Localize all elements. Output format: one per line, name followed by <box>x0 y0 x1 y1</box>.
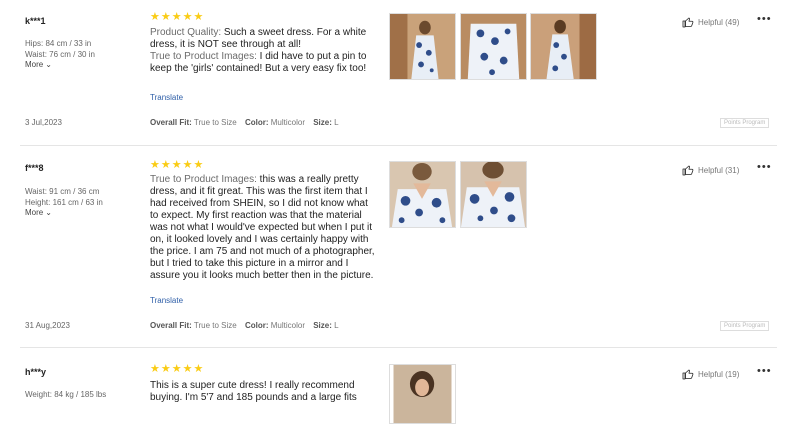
points-badge: Points Program <box>720 321 770 331</box>
more-toggle[interactable]: More ⌄ <box>25 208 52 217</box>
chevron-down-icon: ⌄ <box>45 208 52 217</box>
more-dots-icon[interactable]: ••• <box>757 365 772 377</box>
thumbs-up-icon <box>682 165 694 176</box>
translate-link[interactable]: Translate <box>150 93 183 102</box>
review-text: True to Product Images: this was a reall… <box>150 174 375 282</box>
review-photo[interactable] <box>530 13 597 80</box>
fit-info: Overall Fit: True to Size Color: Multico… <box>150 118 339 127</box>
color-value: Multicolor <box>270 118 305 127</box>
hips-measurement: Hips: 84 cm / 33 in <box>25 39 92 48</box>
helpful-count: Helpful (31) <box>698 165 740 175</box>
more-label: More <box>25 208 44 217</box>
color-value: Multicolor <box>270 321 305 330</box>
review-text: This is a super cute dress! I really rec… <box>150 380 375 404</box>
fit-label: Overall Fit: <box>150 321 192 330</box>
size-value: L <box>334 321 339 330</box>
review-card: k***1 Hips: 84 cm / 33 in Waist: 76 cm /… <box>0 0 800 145</box>
fit-info: Overall Fit: True to Size Color: Multico… <box>150 321 339 330</box>
review-date: 31 Aug,2023 <box>25 321 70 330</box>
review-text: Product Quality: Such a sweet dress. For… <box>150 27 375 75</box>
review-date: 3 Jul,2023 <box>25 118 62 127</box>
review-photo[interactable] <box>460 161 527 228</box>
review-label: Product Quality: <box>150 27 222 38</box>
review-card: h***y Weight: 84 kg / 185 lbs ★★★★★ This… <box>0 348 800 424</box>
waist-measurement: Waist: 76 cm / 30 in <box>25 50 95 59</box>
thumbs-up-icon <box>682 17 694 28</box>
star-rating: ★★★★★ <box>150 11 205 23</box>
more-toggle[interactable]: More ⌄ <box>25 60 52 69</box>
review-body: this was a really pretty dress, and it f… <box>150 174 375 281</box>
fit-value: True to Size <box>193 321 237 330</box>
thumbs-up-icon <box>682 369 694 380</box>
helpful-button[interactable]: Helpful (31) <box>682 164 739 176</box>
points-badge: Points Program <box>720 118 770 128</box>
color-label: Color: <box>244 118 269 127</box>
review-photo[interactable] <box>389 364 456 424</box>
translate-link[interactable]: Translate <box>150 296 183 305</box>
waist-measurement: Waist: 91 cm / 36 cm <box>25 187 100 196</box>
review-label: True to Product Images: <box>150 51 257 62</box>
fit-label: Overall Fit: <box>150 118 192 127</box>
helpful-button[interactable]: Helpful (19) <box>682 368 739 380</box>
more-dots-icon[interactable]: ••• <box>757 161 772 173</box>
helpful-button[interactable]: Helpful (49) <box>682 16 739 28</box>
star-rating: ★★★★★ <box>150 363 205 375</box>
helpful-count: Helpful (19) <box>698 369 740 379</box>
reviewer-name: f***8 <box>25 163 44 173</box>
fit-value: True to Size <box>193 118 237 127</box>
size-label: Size: <box>313 321 332 330</box>
review-card: f***8 Waist: 91 cm / 36 cm Height: 161 c… <box>0 146 800 346</box>
chevron-down-icon: ⌄ <box>45 60 52 69</box>
star-rating: ★★★★★ <box>150 159 205 171</box>
review-photo[interactable] <box>389 161 456 228</box>
size-label: Size: <box>313 118 332 127</box>
review-photo[interactable] <box>389 13 456 80</box>
color-label: Color: <box>244 321 269 330</box>
more-dots-icon[interactable]: ••• <box>757 13 772 25</box>
height-measurement: Height: 161 cm / 63 in <box>25 198 103 207</box>
weight-measurement: Weight: 84 kg / 185 lbs <box>25 390 107 399</box>
size-value: L <box>334 118 339 127</box>
helpful-count: Helpful (49) <box>698 17 740 27</box>
review-photo[interactable] <box>460 13 527 80</box>
reviewer-name: h***y <box>25 367 47 377</box>
review-label: True to Product Images: <box>150 174 257 185</box>
reviewer-name: k***1 <box>25 16 46 26</box>
more-label: More <box>25 60 44 69</box>
